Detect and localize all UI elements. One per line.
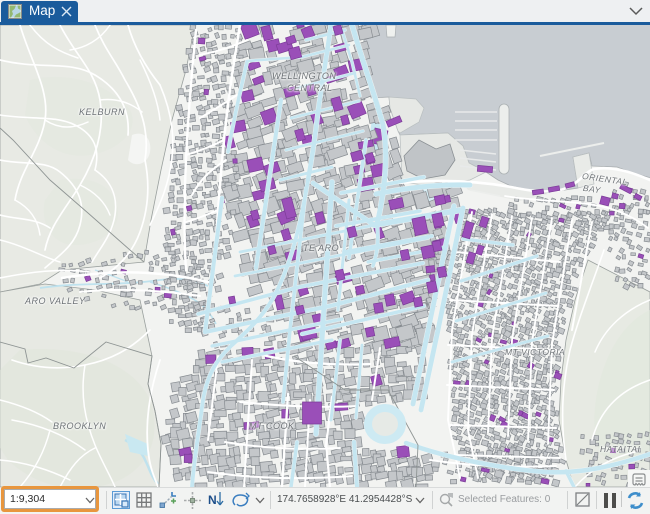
svg-text:N: N [208,493,217,507]
